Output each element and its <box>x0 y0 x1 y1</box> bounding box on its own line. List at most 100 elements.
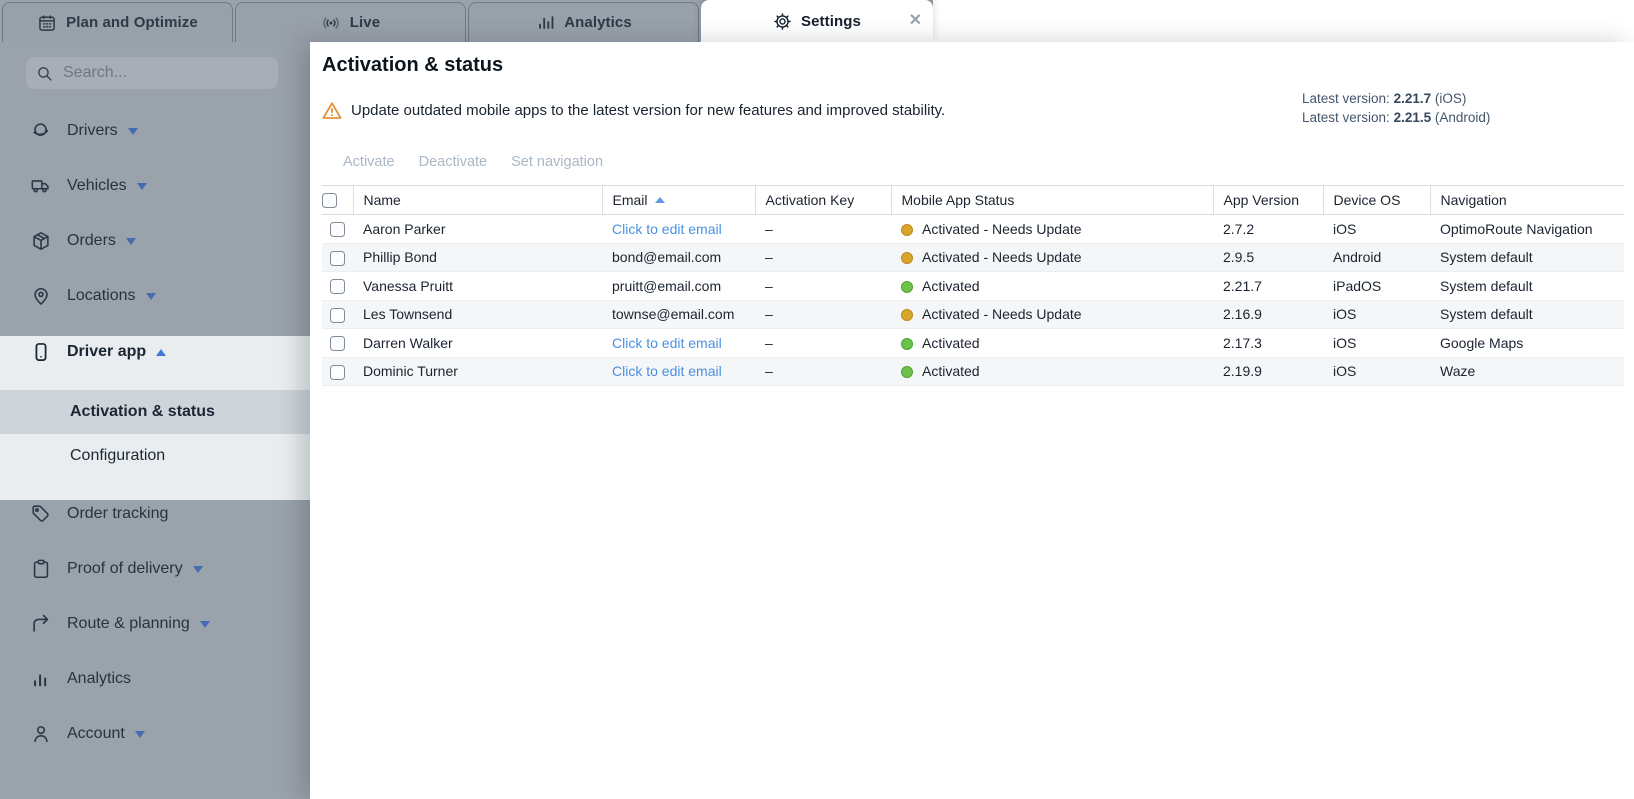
tab-label: Settings <box>801 12 861 30</box>
chevron-down-icon <box>145 292 156 300</box>
tab-live[interactable]: Live <box>235 2 466 42</box>
sidebar-item-label: Order tracking <box>67 505 169 522</box>
sidebar: Drivers Vehicles Orders <box>0 42 310 799</box>
sidebar-item-label: Analytics <box>67 670 132 687</box>
cell-email[interactable]: townse@email.com <box>602 300 755 329</box>
column-header-activation-key[interactable]: Activation Key <box>754 185 891 215</box>
cell-name: Dominic Turner <box>353 357 602 386</box>
cell-email[interactable]: bond@email.com <box>602 243 755 272</box>
activate-button[interactable]: Activate <box>343 154 395 170</box>
sidebar-item-route-planning[interactable]: Route & planning <box>0 610 310 638</box>
cell-navigation: System default <box>1430 243 1624 272</box>
cell-device-os: iPadOS <box>1323 271 1430 301</box>
warning-text: Update outdated mobile apps to the lates… <box>351 102 946 119</box>
cell-activation-key: – <box>755 243 891 272</box>
cell-activation-key: – <box>755 214 891 244</box>
sidebar-item-activation-status[interactable]: Activation & status <box>0 390 310 434</box>
status-dot <box>901 280 913 293</box>
close-icon[interactable]: ✕ <box>909 13 922 29</box>
package-icon <box>30 230 52 252</box>
sidebar-item-vehicles[interactable]: Vehicles <box>0 172 310 200</box>
drivers-table: Name Email Activation Key Mobile App Sta… <box>322 185 1624 386</box>
cell-app-version: 2.17.3 <box>1213 328 1323 358</box>
warning-icon <box>322 101 342 120</box>
latest-version-android: Latest version: 2.21.5 (Android) <box>1302 109 1490 128</box>
chevron-down-icon <box>192 565 203 573</box>
latest-version-platform: (iOS) <box>1434 91 1467 106</box>
sidebar-item-label: Driver app <box>67 343 147 360</box>
status-label: Activated <box>922 334 980 351</box>
cell-app-version: 2.19.9 <box>1213 357 1323 386</box>
cell-device-os: iOS <box>1323 357 1430 386</box>
calendar-icon <box>37 13 57 33</box>
status-dot <box>901 309 913 322</box>
status-dot <box>901 252 913 265</box>
tab-bar: Plan and Optimize Live Analytics Setting… <box>0 0 933 42</box>
select-all-checkbox[interactable] <box>322 193 337 209</box>
tab-analytics[interactable]: Analytics <box>468 2 699 42</box>
column-header-mobile-app-status[interactable]: Mobile App Status <box>890 185 1213 215</box>
table-row: Phillip Bond bond@email.com – Activated … <box>322 243 1624 272</box>
row-checkbox[interactable] <box>330 336 345 352</box>
sidebar-item-locations[interactable]: Locations <box>0 282 310 310</box>
route-arrow-icon <box>30 613 52 635</box>
table-row: Les Townsend townse@email.com – Activate… <box>322 300 1624 329</box>
row-checkbox[interactable] <box>330 364 345 380</box>
deactivate-button[interactable]: Deactivate <box>419 154 488 170</box>
cell-email[interactable]: pruitt@email.com <box>602 271 755 301</box>
chevron-down-icon <box>125 237 136 245</box>
cell-email[interactable]: Click to edit email <box>602 357 755 386</box>
latest-version-platform: (Android) <box>1434 109 1491 125</box>
chevron-down-icon <box>136 182 147 190</box>
table-row: Vanessa Pruitt pruitt@email.com – Activa… <box>322 271 1624 301</box>
sidebar-item-label: Drivers <box>67 122 118 139</box>
tab-plan-and-optimize[interactable]: Plan and Optimize <box>2 2 233 42</box>
row-checkbox[interactable] <box>330 222 345 238</box>
tab-label: Analytics <box>564 14 632 31</box>
sidebar-item-label: Orders <box>67 232 116 249</box>
status-dot <box>901 337 913 350</box>
search-input[interactable] <box>61 63 268 83</box>
sidebar-item-orders[interactable]: Orders <box>0 227 310 255</box>
tab-settings[interactable]: Settings ✕ <box>701 0 933 42</box>
cell-name: Phillip Bond <box>353 243 602 272</box>
live-broadcast-icon <box>321 13 341 33</box>
column-header-navigation[interactable]: Navigation <box>1429 185 1624 215</box>
sidebar-item-drivers[interactable]: Drivers <box>0 117 310 145</box>
search-box[interactable] <box>26 57 278 89</box>
column-header-email[interactable]: Email <box>601 185 755 215</box>
sidebar-item-analytics[interactable]: Analytics <box>0 665 310 693</box>
cell-device-os: iOS <box>1323 328 1430 358</box>
tag-icon <box>30 503 52 525</box>
set-navigation-button[interactable]: Set navigation <box>511 154 603 170</box>
sidebar-item-proof-of-delivery[interactable]: Proof of delivery <box>0 555 310 583</box>
cell-email[interactable]: Click to edit email <box>602 214 755 244</box>
cell-activation-key: – <box>755 300 891 329</box>
cell-app-version: 2.9.5 <box>1213 243 1323 272</box>
bulk-actions: Activate Deactivate Set navigation <box>343 154 603 170</box>
cell-name: Vanessa Pruitt <box>353 271 602 301</box>
location-pin-icon <box>30 285 52 307</box>
latest-version-number: 2.21.5 <box>1393 109 1432 125</box>
row-checkbox[interactable] <box>330 250 345 266</box>
row-checkbox[interactable] <box>330 307 345 323</box>
sidebar-item-configuration[interactable]: Configuration <box>0 434 310 478</box>
latest-versions: Latest version: 2.21.7 (iOS) Latest vers… <box>1302 90 1490 127</box>
cell-email[interactable]: Click to edit email <box>602 328 755 358</box>
column-header-name[interactable]: Name <box>352 185 602 215</box>
sidebar-item-driver-app[interactable]: Driver app <box>0 338 310 366</box>
search-icon <box>36 65 53 82</box>
status-label: Activated - Needs Update <box>922 249 1082 266</box>
sidebar-item-order-tracking[interactable]: Order tracking <box>0 500 310 528</box>
chevron-down-icon <box>199 620 210 628</box>
sidebar-item-label: Locations <box>67 287 136 304</box>
status-label: Activated <box>922 363 980 380</box>
smartphone-icon <box>30 341 52 363</box>
cell-navigation: Google Maps <box>1430 328 1624 358</box>
column-header-app-version[interactable]: App Version <box>1212 185 1323 215</box>
cell-device-os: iOS <box>1323 214 1430 244</box>
sidebar-item-label: Vehicles <box>67 177 127 194</box>
sidebar-item-account[interactable]: Account <box>0 720 310 748</box>
column-header-device-os[interactable]: Device OS <box>1322 185 1430 215</box>
row-checkbox[interactable] <box>330 279 345 295</box>
